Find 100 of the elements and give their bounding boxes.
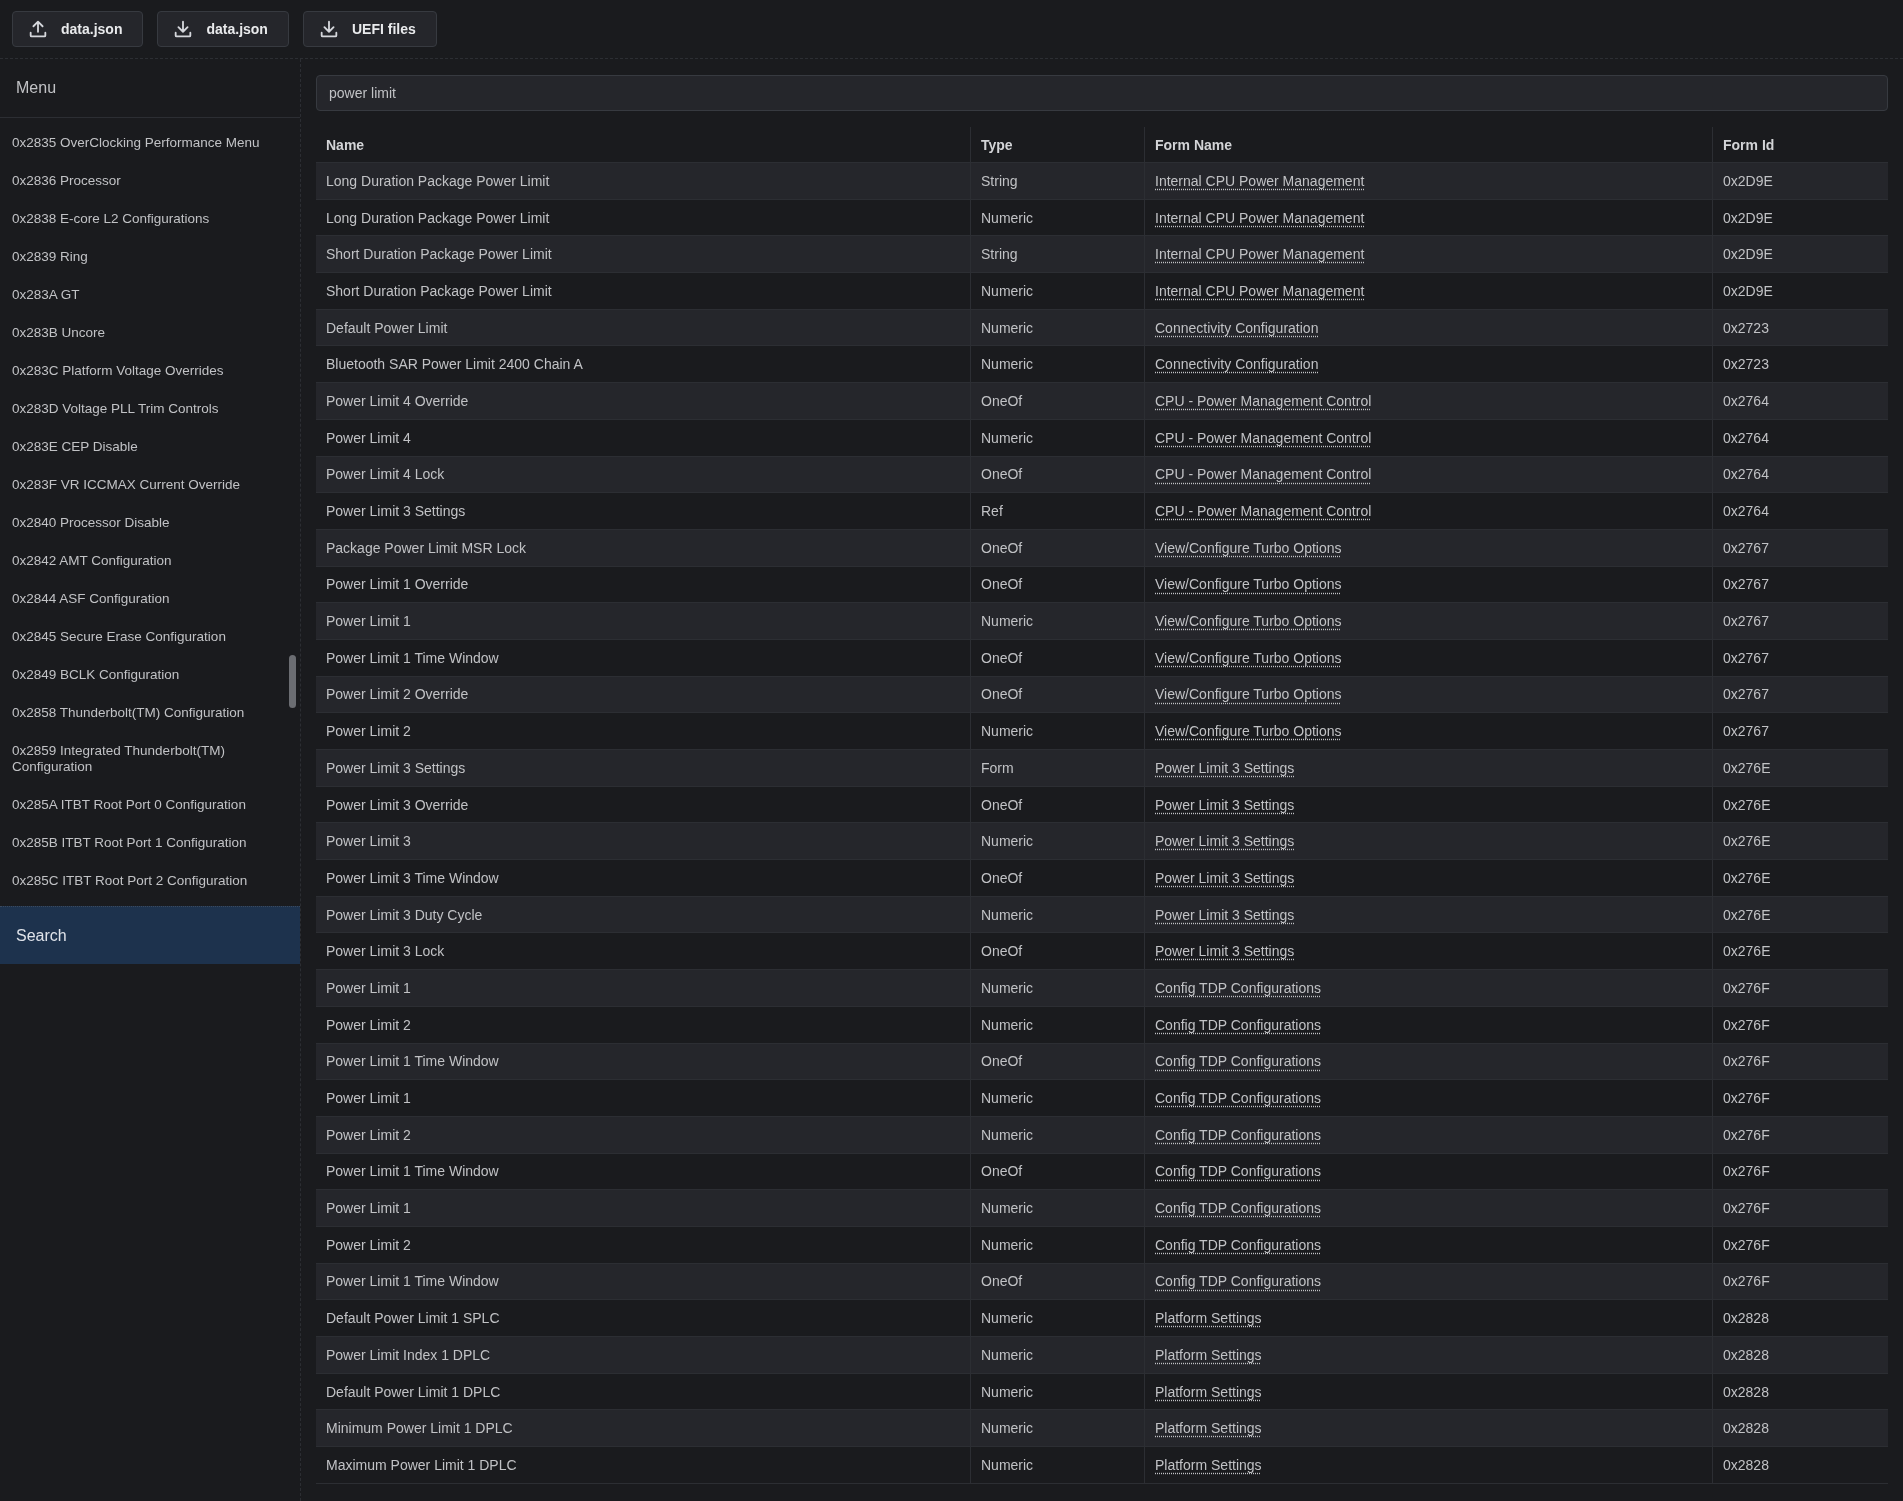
table-cell: Power Limit 2 [326, 1236, 411, 1253]
table-cell: 0x276E [1723, 943, 1771, 960]
toolbar-button[interactable]: UEFI files [302, 11, 437, 47]
form-link[interactable]: View/Configure Turbo Options [1155, 649, 1342, 666]
form-link[interactable]: Config TDP Configurations [1155, 1200, 1322, 1217]
table-cell: String [981, 172, 1018, 189]
toolbar-button[interactable]: data.json [12, 11, 144, 47]
table-cell: 0x2767 [1723, 613, 1769, 630]
form-link[interactable]: View/Configure Turbo Options [1155, 723, 1342, 740]
sidebar-item[interactable]: 0x2845 Secure Erase Configuration [12, 618, 300, 656]
table-cell: 0x2723 [1723, 319, 1769, 336]
form-link[interactable]: Power Limit 3 Settings [1155, 943, 1295, 960]
form-link[interactable]: Config TDP Configurations [1155, 1163, 1322, 1180]
sidebar-item[interactable]: 0x285C ITBT Root Port 2 Configuration [12, 862, 300, 900]
table-cell: Minimum Power Limit 1 DPLC [326, 1420, 513, 1437]
form-link[interactable]: Config TDP Configurations [1155, 1016, 1322, 1033]
sidebar-item[interactable]: 0x283B Uncore [12, 314, 300, 352]
form-link[interactable]: Config TDP Configurations [1155, 1053, 1322, 1070]
table-cell: 0x2828 [1723, 1456, 1769, 1473]
sidebar-item[interactable]: 0x283F VR ICCMAX Current Override [12, 466, 300, 504]
form-link[interactable]: Internal CPU Power Management [1155, 172, 1365, 189]
form-link[interactable]: Platform Settings [1155, 1420, 1262, 1437]
form-link[interactable]: Platform Settings [1155, 1383, 1262, 1400]
table-cell: 0x276E [1723, 796, 1771, 813]
nav-item[interactable]: Search [0, 906, 300, 964]
table-cell: 0x2828 [1723, 1346, 1769, 1363]
form-link[interactable]: CPU - Power Management Control [1155, 466, 1372, 483]
sidebar-item[interactable]: 0x2839 Ring [12, 238, 300, 276]
table-cell: Default Power Limit 1 DPLC [326, 1383, 501, 1400]
form-link[interactable]: Power Limit 3 Settings [1155, 906, 1295, 923]
table-cell: Ref [981, 503, 1003, 520]
sidebar-item[interactable]: 0x285B ITBT Root Port 1 Configuration [12, 824, 300, 862]
form-link[interactable]: Platform Settings [1155, 1310, 1262, 1327]
form-link[interactable]: Power Limit 3 Settings [1155, 796, 1295, 813]
form-link[interactable]: Config TDP Configurations [1155, 1236, 1322, 1253]
table-cell: Numeric [981, 906, 1034, 923]
table-cell: Numeric [981, 1456, 1034, 1473]
form-link[interactable]: Connectivity Configuration [1155, 319, 1319, 336]
table-cell: Power Limit 3 Settings [326, 503, 466, 520]
sidebar-item[interactable]: 0x2858 Thunderbolt(TM) Configuration [12, 694, 300, 732]
sidebar-item[interactable]: 0x2835 OverClocking Performance Menu [12, 124, 300, 162]
table-cell: Default Power Limit [326, 319, 448, 336]
table-cell: 0x2828 [1723, 1310, 1769, 1327]
form-link[interactable]: Internal CPU Power Management [1155, 209, 1365, 226]
sidebar-item[interactable]: 0x2859 Integrated Thunderbolt(TM) Configuration [12, 732, 300, 786]
form-link[interactable]: Config TDP Configurations [1155, 1273, 1322, 1290]
sidebar-item[interactable]: 0x283C Platform Voltage Overrides [12, 352, 300, 390]
toolbar-button[interactable]: data.json [157, 11, 289, 47]
form-link[interactable]: Power Limit 3 Settings [1155, 759, 1295, 776]
form-link[interactable]: CPU - Power Management Control [1155, 503, 1372, 520]
table-cell: 0x276F [1723, 1126, 1770, 1143]
column-header: Form Name [1144, 127, 1713, 163]
table-cell: 0x2767 [1723, 723, 1769, 740]
sidebar-item[interactable]: 0x2838 E-core L2 Configurations [12, 200, 300, 238]
table-cell: Numeric [981, 1126, 1034, 1143]
table-cell: 0x2D9E [1723, 209, 1773, 226]
form-link[interactable]: View/Configure Turbo Options [1155, 576, 1342, 593]
form-link[interactable]: CPU - Power Management Control [1155, 429, 1372, 446]
form-link[interactable]: Internal CPU Power Management [1155, 282, 1365, 299]
table-cell: Numeric [981, 209, 1034, 226]
sidebar-item[interactable]: 0x283A GT [12, 276, 300, 314]
table-cell: OneOf [981, 796, 1023, 813]
sidebar-item[interactable]: 0x2842 AMT Configuration [12, 542, 300, 580]
form-link[interactable]: View/Configure Turbo Options [1155, 539, 1342, 556]
table-cell: Numeric [981, 1200, 1034, 1217]
form-link[interactable]: Power Limit 3 Settings [1155, 833, 1295, 850]
form-link[interactable]: View/Configure Turbo Options [1155, 613, 1342, 630]
table-cell: Power Limit 3 [326, 833, 411, 850]
form-link[interactable]: Internal CPU Power Management [1155, 246, 1365, 263]
sidebar-item[interactable]: 0x2844 ASF Configuration [12, 580, 300, 618]
scrollbar-thumb[interactable] [289, 655, 296, 708]
sidebar-item[interactable]: 0x2840 Processor Disable [12, 504, 300, 542]
form-link[interactable]: Config TDP Configurations [1155, 1126, 1322, 1143]
sidebar-item[interactable]: 0x2836 Processor [12, 162, 300, 200]
form-link[interactable]: Config TDP Configurations [1155, 1090, 1322, 1107]
form-link[interactable]: CPU - Power Management Control [1155, 392, 1372, 409]
table-cell: 0x276F [1723, 1053, 1770, 1070]
form-link[interactable]: Platform Settings [1155, 1456, 1262, 1473]
sidebar-item[interactable]: 0x285A ITBT Root Port 0 Configuration [12, 786, 300, 824]
form-link[interactable]: View/Configure Turbo Options [1155, 686, 1342, 703]
table-cell: 0x276F [1723, 1200, 1770, 1217]
table-cell: Power Limit 1 [326, 1200, 411, 1217]
table-cell: OneOf [981, 1163, 1023, 1180]
table-cell: 0x2723 [1723, 356, 1769, 373]
table-cell: Power Limit 1 Time Window [326, 1273, 499, 1290]
table-cell: Power Limit Index 1 DPLC [326, 1346, 491, 1363]
table-cell: Power Limit 4 Override [326, 392, 469, 409]
table-cell: Power Limit 1 Time Window [326, 1053, 499, 1070]
sidebar-item[interactable]: 0x283E CEP Disable [12, 428, 300, 466]
form-link[interactable]: Config TDP Configurations [1155, 979, 1322, 996]
form-link[interactable]: Power Limit 3 Settings [1155, 869, 1295, 886]
form-link[interactable]: Connectivity Configuration [1155, 356, 1319, 373]
sidebar-item[interactable]: 0x2849 BCLK Configuration [12, 656, 300, 694]
form-link[interactable]: Platform Settings [1155, 1346, 1262, 1363]
table-cell: 0x2828 [1723, 1420, 1769, 1437]
table-cell: 0x2764 [1723, 392, 1769, 409]
table-cell: Numeric [981, 1383, 1034, 1400]
search-field[interactable]: power limit [316, 75, 1888, 111]
sidebar-item[interactable]: 0x283D Voltage PLL Trim Controls [12, 390, 300, 428]
table-cell: OneOf [981, 392, 1023, 409]
